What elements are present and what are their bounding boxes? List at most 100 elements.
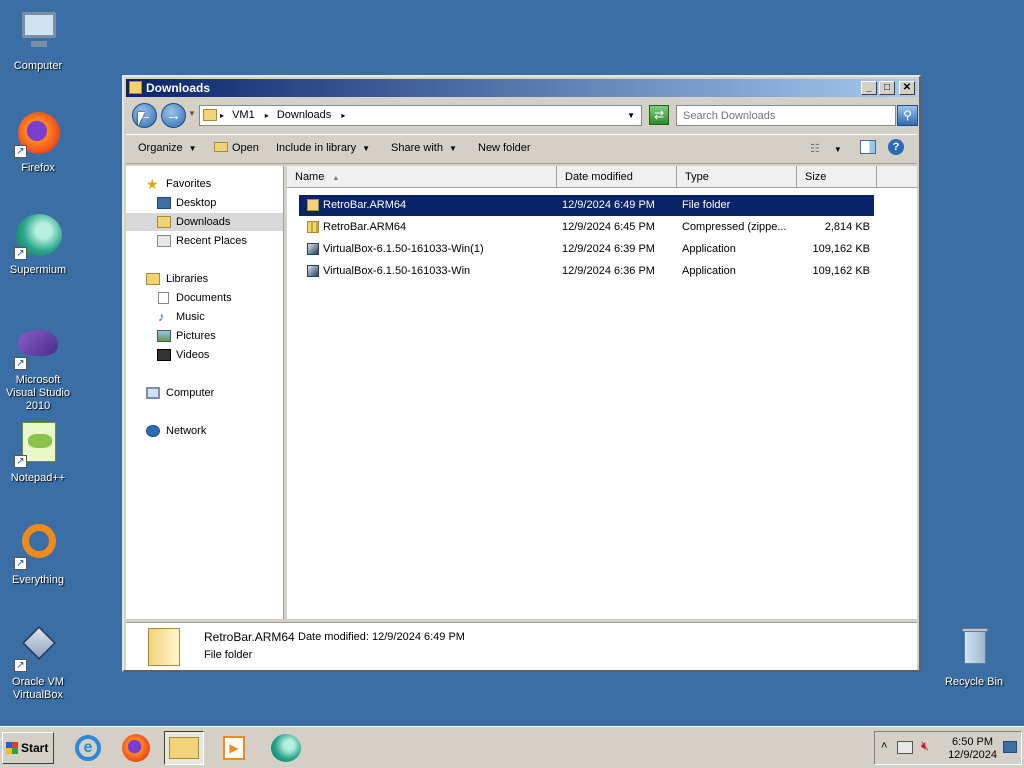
desktop-icon-computer[interactable]: Computer bbox=[0, 8, 76, 73]
network-tray-icon[interactable] bbox=[897, 741, 913, 754]
taskbar-internet-explorer[interactable]: e bbox=[68, 731, 108, 765]
nav-recent-places[interactable]: Recent Places bbox=[126, 232, 283, 250]
nav-documents[interactable]: Documents bbox=[126, 289, 283, 307]
media-player-icon: ▶ bbox=[223, 736, 245, 760]
details-type: File folder bbox=[204, 649, 253, 661]
file-type: Application bbox=[682, 243, 736, 255]
firefox-icon: ↗ bbox=[14, 110, 62, 158]
folder-icon bbox=[129, 81, 142, 94]
desktop-icon-recycle-bin[interactable]: Recycle Bin bbox=[936, 624, 1012, 689]
address-bar[interactable]: ▸ VM1 ▸ Downloads ▸ ▼ bbox=[199, 105, 642, 126]
forward-button[interactable]: → bbox=[161, 103, 186, 128]
help-button[interactable]: ? bbox=[888, 139, 904, 155]
title-bar[interactable]: Downloads _ □ ✕ bbox=[126, 79, 917, 97]
dropdown-caret-icon: ▼ bbox=[362, 144, 371, 153]
taskbar-supermium[interactable] bbox=[266, 731, 306, 765]
file-size: 2,814 KB bbox=[824, 221, 870, 233]
include-in-library-button[interactable]: Include in library ▼ bbox=[276, 142, 370, 154]
details-name: RetroBar.ARM64 bbox=[204, 630, 295, 644]
taskbar-explorer[interactable] bbox=[164, 731, 204, 765]
taskbar-media-player[interactable]: ▶ bbox=[214, 731, 254, 765]
pictures-icon bbox=[157, 330, 171, 342]
supermium-icon bbox=[271, 734, 301, 762]
file-list[interactable]: Name ▲ Date modified Type Size RetroBar.… bbox=[287, 166, 917, 619]
dropdown-caret-icon: ▼ bbox=[833, 145, 842, 154]
organize-button[interactable]: Organize ▼ bbox=[138, 142, 197, 154]
breadcrumb-vm1[interactable]: VM1 bbox=[232, 109, 255, 121]
column-header-name[interactable]: Name ▲ bbox=[287, 166, 557, 188]
desktop-icon-notepadpp[interactable]: ↗ Notepad++ bbox=[0, 420, 76, 485]
open-button[interactable]: Open bbox=[214, 142, 259, 154]
file-row[interactable]: RetroBar.ARM64 12/9/2024 6:45 PM Compresse… bbox=[299, 217, 874, 238]
nav-computer[interactable]: Computer bbox=[126, 384, 283, 402]
network-icon bbox=[146, 425, 160, 437]
share-with-button[interactable]: Share with ▼ bbox=[391, 142, 457, 154]
nav-downloads[interactable]: Downloads bbox=[126, 213, 283, 231]
show-desktop-icon[interactable] bbox=[1003, 741, 1017, 753]
breadcrumb-chevron-icon[interactable]: ▸ bbox=[265, 111, 269, 120]
system-tray: ˄ 🔇︎ 6:50 PM 12/9/2024 bbox=[874, 731, 1022, 765]
desktop-icon-virtualbox[interactable]: ↗ Oracle VM VirtualBox bbox=[0, 624, 76, 702]
computer-icon bbox=[146, 387, 160, 399]
computer-icon bbox=[14, 8, 62, 56]
explorer-window[interactable]: Downloads _ □ ✕ ← → ▼ ▸ VM1 ▸ Downloads … bbox=[122, 75, 921, 672]
close-button[interactable]: ✕ bbox=[899, 81, 915, 95]
folder-icon bbox=[203, 109, 217, 121]
recent-pages-dropdown-icon[interactable]: ▼ bbox=[188, 109, 196, 118]
show-hidden-icons-icon[interactable]: ˄ bbox=[881, 740, 887, 752]
nav-network[interactable]: Network bbox=[126, 422, 283, 440]
nav-favorites[interactable]: ★ Favorites bbox=[126, 175, 283, 193]
preview-pane-icon bbox=[860, 140, 876, 154]
start-button[interactable]: Start bbox=[2, 732, 54, 764]
star-icon: ★ bbox=[146, 176, 159, 192]
windows-logo-icon bbox=[6, 742, 18, 754]
shortcut-arrow-icon: ↗ bbox=[14, 659, 27, 672]
breadcrumb-downloads[interactable]: Downloads bbox=[277, 109, 331, 121]
folder-large-icon bbox=[148, 628, 180, 666]
address-row: ← → ▼ ▸ VM1 ▸ Downloads ▸ ▼ ⇄ ⚲ bbox=[126, 99, 918, 131]
address-dropdown-icon[interactable]: ▼ bbox=[627, 106, 635, 125]
file-name: RetroBar.ARM64 bbox=[323, 221, 407, 233]
desktop-icon-everything[interactable]: ↗ Everything bbox=[0, 522, 76, 587]
refresh-button[interactable]: ⇄ bbox=[649, 105, 669, 125]
search-icon: ⚲ bbox=[903, 108, 912, 122]
new-folder-button[interactable]: New folder bbox=[478, 142, 531, 154]
zip-folder-icon bbox=[307, 221, 319, 233]
file-row[interactable]: VirtualBox-6.1.50-161033-Win 12/9/2024 6:… bbox=[299, 261, 874, 282]
firefox-icon bbox=[122, 734, 150, 762]
file-size: 109,162 KB bbox=[812, 243, 871, 255]
file-row[interactable]: RetroBar.ARM64 12/9/2024 6:49 PM File fold… bbox=[299, 195, 874, 216]
nav-desktop[interactable]: Desktop bbox=[126, 194, 283, 212]
preview-pane-button[interactable] bbox=[860, 140, 876, 157]
clock[interactable]: 6:50 PM 12/9/2024 bbox=[948, 736, 997, 762]
change-view-button[interactable]: ☷ ▼ bbox=[810, 142, 842, 155]
minimize-button[interactable]: _ bbox=[861, 81, 877, 95]
dropdown-caret-icon: ▼ bbox=[188, 144, 197, 153]
nav-music[interactable]: ♪ Music bbox=[126, 308, 283, 326]
nav-videos[interactable]: Videos bbox=[126, 346, 283, 364]
details-view-icon: ☷ bbox=[810, 143, 820, 155]
taskbar-firefox[interactable] bbox=[116, 731, 156, 765]
folder-icon bbox=[307, 199, 319, 211]
file-row[interactable]: VirtualBox-6.1.50-161033-Win(1) 12/9/2024… bbox=[299, 239, 874, 260]
column-header-size[interactable]: Size bbox=[797, 166, 877, 188]
column-header-date[interactable]: Date modified bbox=[557, 166, 677, 188]
virtualbox-icon: ↗ bbox=[14, 624, 62, 672]
search-input[interactable] bbox=[676, 105, 896, 126]
desktop-icon-firefox[interactable]: ↗ Firefox bbox=[0, 110, 76, 175]
breadcrumb-chevron-icon[interactable]: ▸ bbox=[341, 111, 345, 120]
maximize-button[interactable]: □ bbox=[879, 81, 895, 95]
virtualbox-installer-icon bbox=[307, 243, 319, 255]
dropdown-caret-icon: ▼ bbox=[448, 144, 457, 153]
nav-libraries[interactable]: Libraries bbox=[126, 270, 283, 288]
nav-pictures[interactable]: Pictures bbox=[126, 327, 283, 345]
videos-icon bbox=[157, 349, 171, 361]
shortcut-arrow-icon: ↗ bbox=[14, 455, 27, 468]
column-header-type[interactable]: Type bbox=[677, 166, 797, 188]
desktop-icon-visual-studio[interactable]: ↗ Microsoft Visual Studio 2010 bbox=[0, 322, 76, 413]
breadcrumb-chevron-icon[interactable]: ▸ bbox=[220, 111, 224, 120]
shortcut-arrow-icon: ↗ bbox=[14, 357, 27, 370]
desktop-icon-supermium[interactable]: ↗ Supermium bbox=[0, 212, 76, 277]
volume-muted-icon[interactable]: 🔇︎ bbox=[921, 738, 929, 754]
search-button[interactable]: ⚲ bbox=[897, 105, 918, 126]
